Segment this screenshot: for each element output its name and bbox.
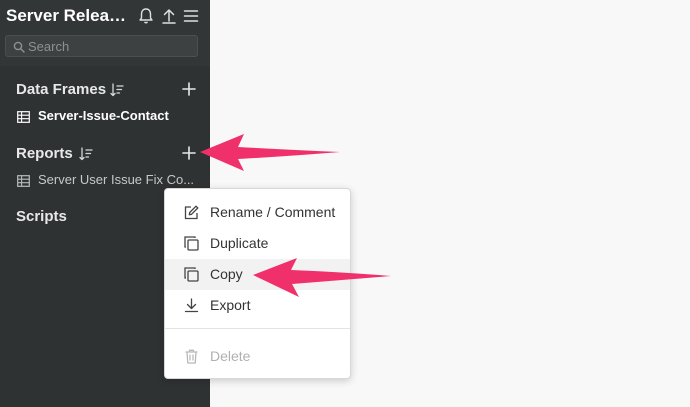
annotation-arrow-icon	[200, 134, 340, 171]
menu-icon[interactable]	[183, 7, 199, 25]
search-input[interactable]	[28, 37, 193, 55]
menu-item-label: Duplicate	[210, 235, 269, 251]
sort-icon[interactable]	[110, 83, 124, 97]
copy-icon	[184, 267, 199, 282]
upload-icon[interactable]	[161, 7, 177, 25]
menu-item-label: Copy	[210, 266, 243, 282]
search-box[interactable]	[5, 35, 198, 57]
section-reports-title: Reports	[16, 145, 73, 162]
list-item-label: Server-Issue-Contact	[38, 108, 169, 123]
annotation-arrow-icon	[253, 258, 391, 297]
section-scripts-title: Scripts	[16, 208, 67, 225]
menu-divider	[165, 328, 350, 329]
menu-item-label: Export	[210, 297, 251, 313]
duplicate-icon	[184, 236, 199, 251]
trash-icon	[184, 349, 199, 364]
edit-icon	[184, 205, 199, 220]
section-data-frames-title: Data Frames	[16, 81, 107, 98]
menu-item-rename-comment[interactable]: Rename / Comment	[165, 197, 350, 228]
search-icon	[13, 40, 25, 53]
add-report-button[interactable]	[182, 146, 196, 160]
sidebar-header: Server Release...	[0, 0, 210, 66]
bell-icon[interactable]	[138, 7, 154, 25]
menu-item-delete[interactable]: Delete	[165, 341, 350, 372]
download-icon	[184, 298, 199, 313]
table-icon	[17, 174, 30, 187]
add-data-frame-button[interactable]	[182, 82, 196, 96]
list-item-label: Server User Issue Fix Co...	[38, 172, 195, 187]
project-title[interactable]: Server Release...	[6, 6, 134, 26]
sort-icon[interactable]	[79, 147, 93, 161]
menu-item-label: Rename / Comment	[210, 204, 336, 220]
table-icon	[17, 110, 30, 123]
menu-item-label: Delete	[210, 348, 251, 364]
